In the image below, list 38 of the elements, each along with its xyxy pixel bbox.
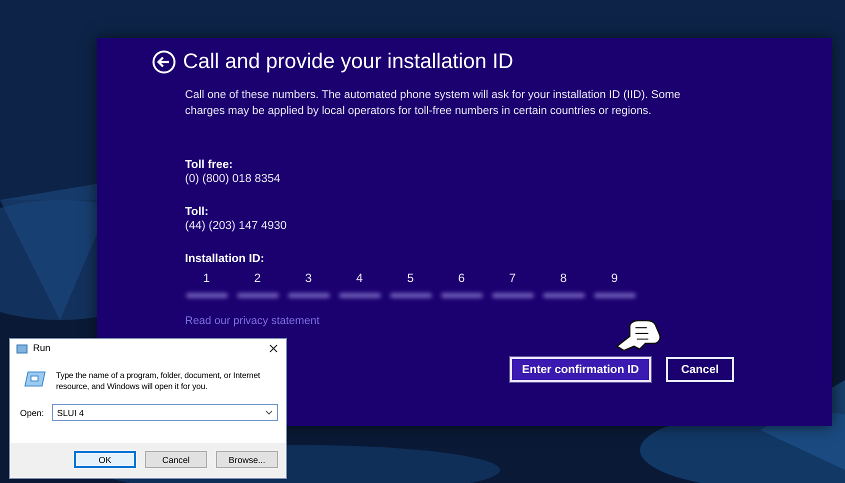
blurred-id-mark	[594, 293, 636, 298]
blurred-id-mark	[288, 293, 330, 298]
page-title: Call and provide your installation ID	[183, 50, 514, 74]
open-label: Open:	[20, 408, 44, 418]
group-number: 8	[560, 271, 567, 285]
group-number: 6	[458, 271, 465, 285]
installation-id-label: Installation ID:	[185, 253, 266, 265]
dialog-title: Run	[33, 343, 50, 354]
phone-number: (44) (203) 147 4930	[185, 220, 288, 232]
blurred-id-mark	[236, 293, 278, 298]
blurred-id-mark	[440, 293, 482, 298]
group-number: 1	[203, 271, 210, 285]
open-field[interactable]: SLUI 4	[52, 404, 278, 421]
back-icon[interactable]	[152, 50, 176, 74]
blurred-id-mark	[492, 293, 534, 298]
group-number: 4	[356, 271, 363, 285]
blurred-id-mark	[338, 293, 380, 298]
close-icon[interactable]	[269, 344, 278, 353]
dropdown-caret-icon[interactable]	[265, 410, 273, 415]
group-number: 3	[305, 271, 312, 285]
ok-button[interactable]: OK	[74, 451, 136, 468]
phone-label: Toll free:	[185, 159, 234, 171]
blurred-id-mark	[390, 293, 432, 298]
blurred-id-mark	[186, 293, 228, 298]
browse-button[interactable]: Browse...	[216, 451, 278, 468]
confirm-button[interactable]: Enter confirmation ID	[510, 357, 651, 382]
privacy-link[interactable]: Read our privacy statement	[185, 315, 320, 327]
phone-label: Toll:	[185, 206, 210, 218]
phone-number: (0) (800) 018 8354	[185, 173, 282, 185]
group-number: 9	[611, 271, 618, 285]
group-number: 5	[407, 271, 414, 285]
cancel-button[interactable]: Cancel	[145, 451, 207, 468]
blurred-id-mark	[542, 293, 584, 298]
instructions-text: Call one of these numbers. The automated phone system will ask for your installation ID (IID). Some charges may be applied by local operators for toll-free numbers in certain countries or regions.	[185, 88, 682, 119]
cancel-button[interactable]: Cancel	[666, 357, 734, 382]
dialog-description: Type the name of a program, folder, document, or Internet resource, and Windows will open it for you.	[56, 370, 262, 392]
group-number: 7	[509, 271, 516, 285]
group-number: 2	[254, 271, 261, 285]
